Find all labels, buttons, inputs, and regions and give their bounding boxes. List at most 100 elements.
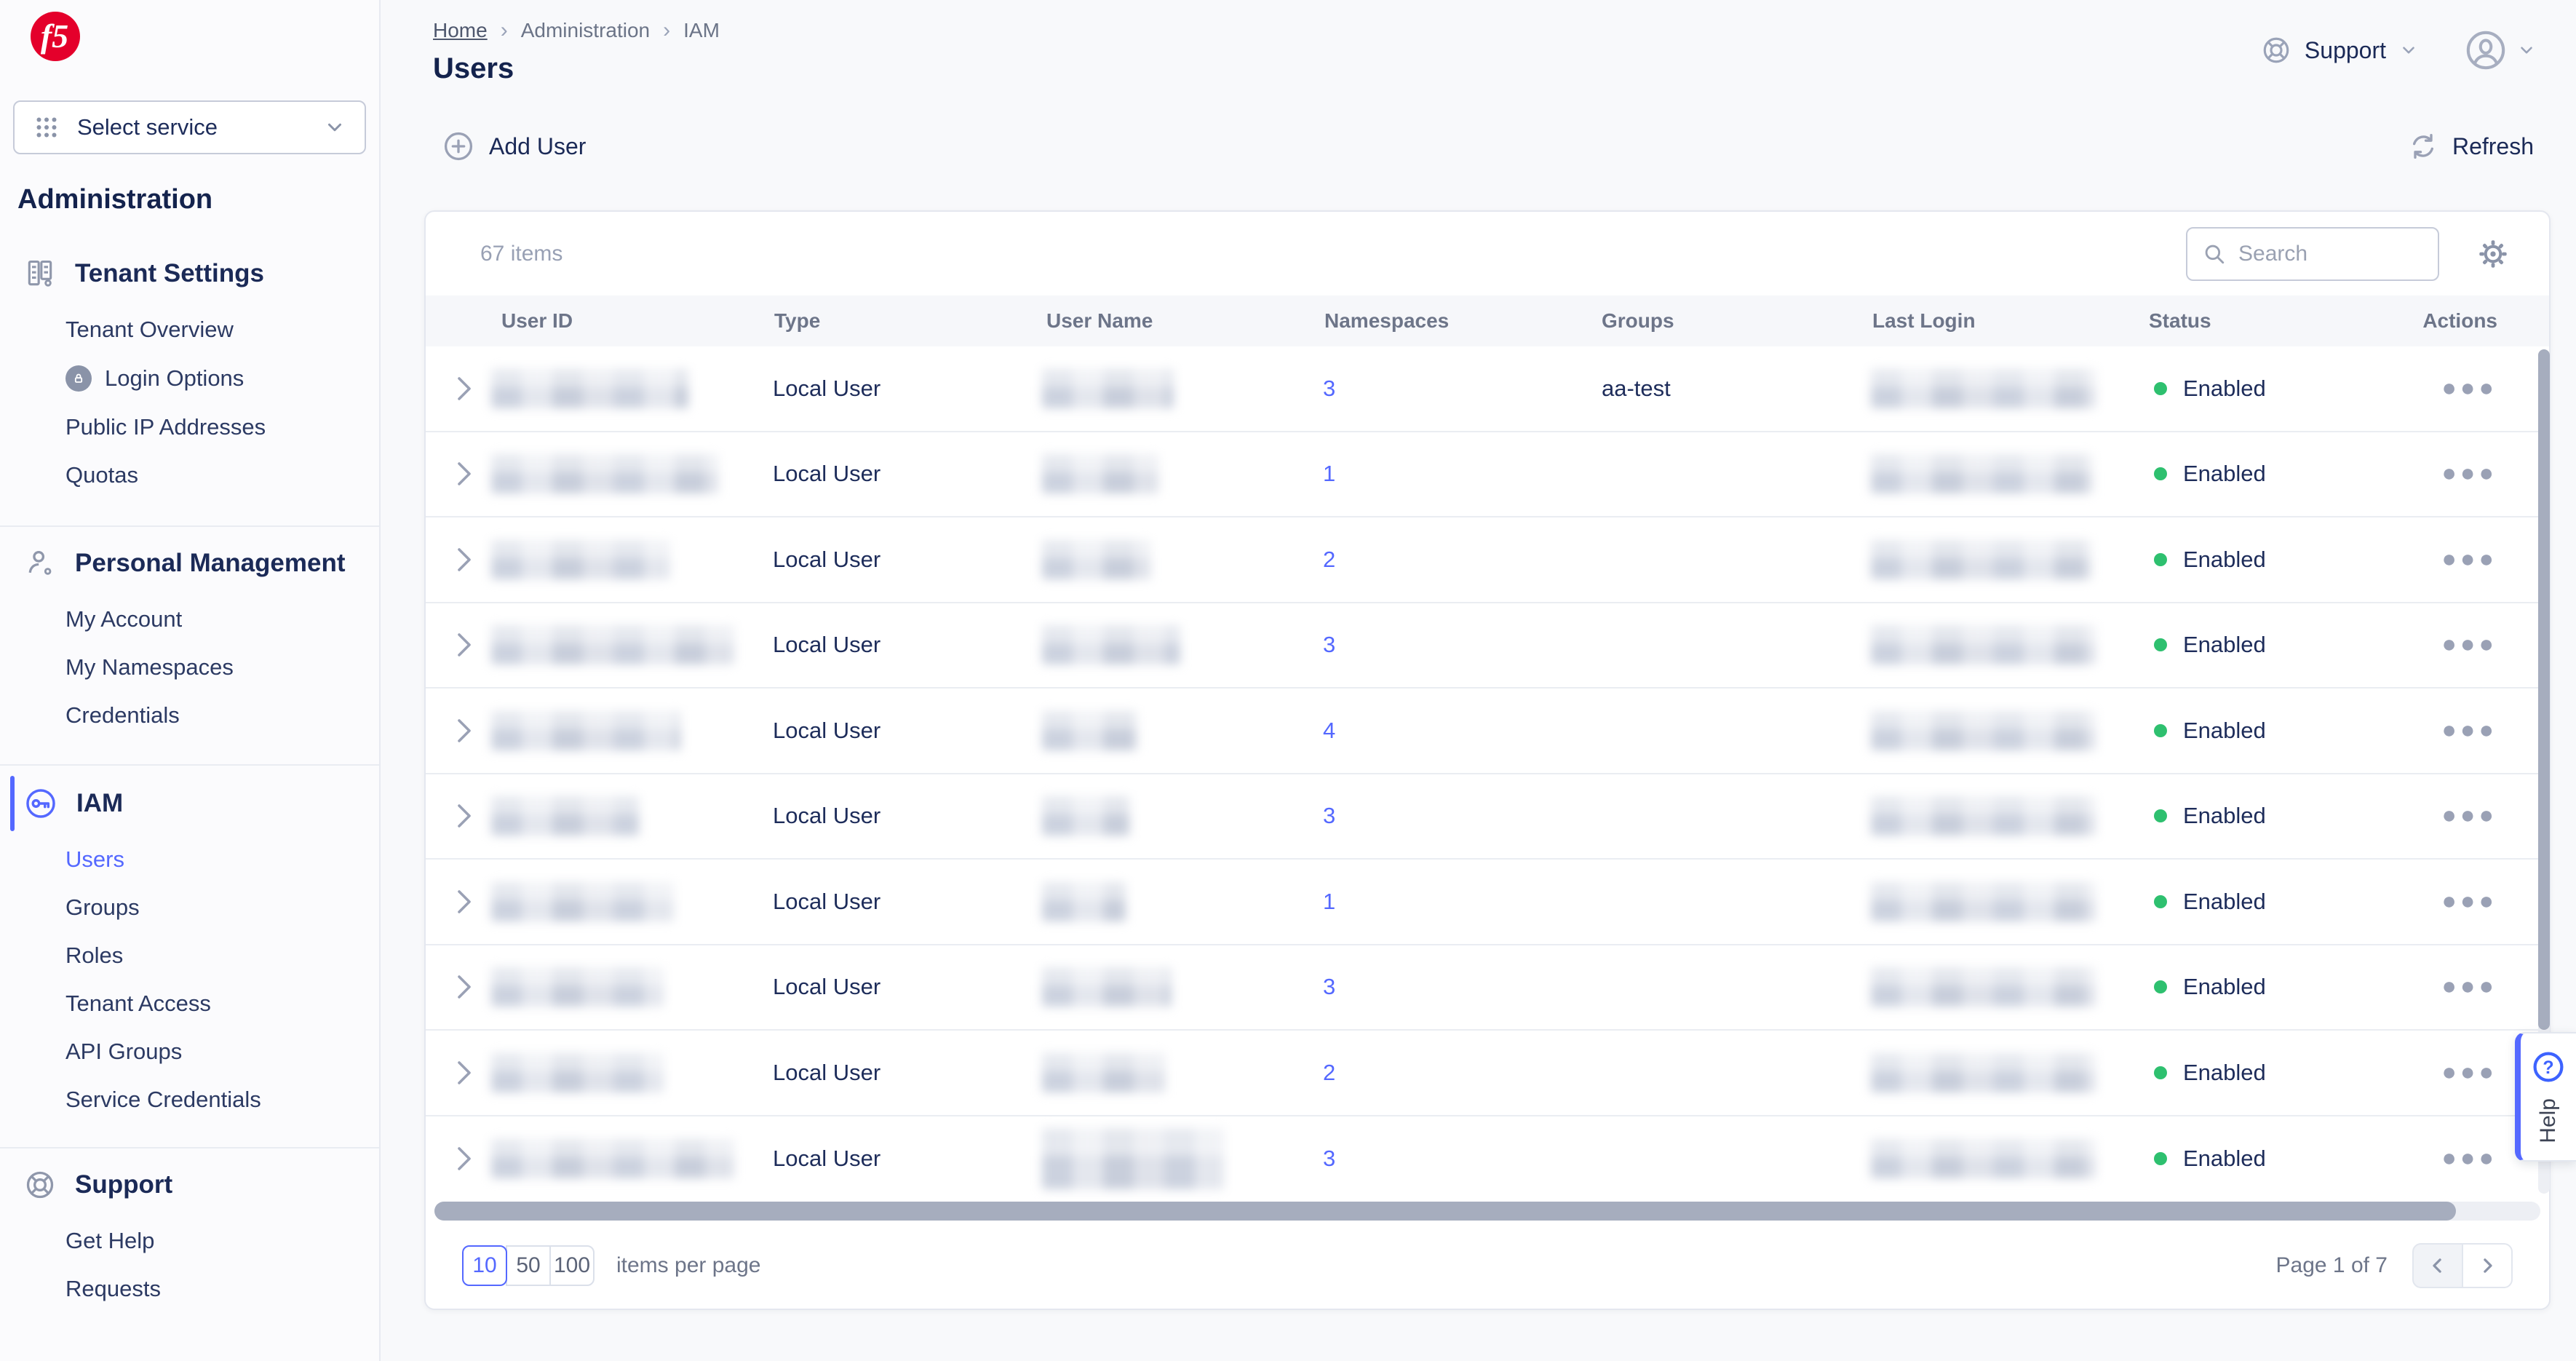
search-box[interactable] bbox=[2186, 226, 2439, 281]
namespaces-count-link[interactable]: 2 bbox=[1303, 547, 1335, 573]
row-expand-icon[interactable] bbox=[454, 461, 473, 487]
sidebar-item-tenant-access[interactable]: Tenant Access bbox=[0, 991, 379, 1016]
namespaces-count-link[interactable]: 2 bbox=[1303, 1060, 1335, 1086]
column-header-groups[interactable]: Groups bbox=[1598, 309, 1871, 333]
namespaces-count-link[interactable]: 4 bbox=[1303, 718, 1335, 744]
page-size-10[interactable]: 10 bbox=[462, 1245, 507, 1286]
row-expand-icon[interactable] bbox=[454, 974, 473, 1000]
sidebar-group-iam[interactable]: IAM bbox=[0, 776, 379, 831]
status-label: Enabled bbox=[2183, 717, 2266, 743]
row-expand-icon[interactable] bbox=[454, 547, 473, 573]
status-label: Enabled bbox=[2183, 546, 2266, 572]
row-expand-icon[interactable] bbox=[454, 889, 473, 915]
user-name-redacted bbox=[1042, 1128, 1224, 1190]
user-name-redacted bbox=[1042, 796, 1129, 836]
row-expand-icon[interactable] bbox=[454, 803, 473, 829]
breadcrumb-home-link[interactable]: Home bbox=[433, 19, 488, 42]
sidebar-item-requests[interactable]: Requests bbox=[0, 1277, 379, 1301]
user-type: Local User bbox=[773, 632, 881, 658]
namespaces-count-link[interactable]: 1 bbox=[1303, 461, 1335, 487]
sidebar-item-public-ip-addresses[interactable]: Public IP Addresses bbox=[0, 415, 379, 440]
sidebar-item-service-credentials[interactable]: Service Credentials bbox=[0, 1087, 379, 1112]
page-size-50[interactable]: 50 bbox=[506, 1245, 551, 1286]
user-type: Local User bbox=[773, 717, 881, 743]
row-expand-icon[interactable] bbox=[454, 376, 473, 402]
row-actions-menu[interactable]: ●●● bbox=[2441, 1144, 2497, 1172]
groups-value: aa-test bbox=[1602, 375, 1671, 401]
sidebar-item-credentials[interactable]: Credentials bbox=[0, 703, 379, 728]
refresh-button[interactable]: Refresh bbox=[2409, 132, 2534, 161]
sidebar-item-api-groups[interactable]: API Groups bbox=[0, 1039, 379, 1064]
namespaces-count-link[interactable]: 3 bbox=[1303, 632, 1335, 658]
next-page-button[interactable] bbox=[2462, 1243, 2513, 1288]
row-expand-icon[interactable] bbox=[454, 718, 473, 744]
select-service-dropdown[interactable]: Select service bbox=[13, 100, 366, 154]
row-expand-icon[interactable] bbox=[454, 632, 473, 658]
add-user-button[interactable]: Add User bbox=[442, 130, 586, 162]
sidebar-item-label: My Account bbox=[65, 606, 183, 632]
column-header-user-id[interactable]: User ID bbox=[491, 309, 773, 333]
sidebar-group-tenant-settings[interactable]: Tenant Settings bbox=[0, 256, 379, 291]
row-actions-menu[interactable]: ●●● bbox=[2441, 887, 2497, 915]
namespaces-count-link[interactable]: 3 bbox=[1303, 376, 1335, 402]
last-login-redacted bbox=[1871, 796, 2096, 836]
account-menu[interactable] bbox=[2465, 29, 2536, 71]
sidebar-item-get-help[interactable]: Get Help bbox=[0, 1229, 379, 1253]
sidebar-item-label: Get Help bbox=[65, 1228, 155, 1253]
namespaces-count-link[interactable]: 1 bbox=[1303, 889, 1335, 915]
namespaces-count-link[interactable]: 3 bbox=[1303, 1146, 1335, 1172]
sidebar-group-support[interactable]: Support bbox=[0, 1167, 379, 1202]
main-content: Home › Administration › IAM Users Suppor… bbox=[381, 0, 2576, 1361]
column-header-user-name[interactable]: User Name bbox=[1042, 309, 1303, 333]
row-actions-menu[interactable]: ●●● bbox=[2441, 1058, 2497, 1086]
user-name-redacted bbox=[1042, 368, 1174, 408]
status-dot bbox=[2154, 381, 2167, 395]
column-header-status[interactable]: Status bbox=[2144, 309, 2387, 333]
namespaces-count-link[interactable]: 3 bbox=[1303, 974, 1335, 1000]
sidebar-item-login-options[interactable]: Login Options bbox=[0, 365, 379, 392]
sidebar-divider bbox=[0, 1147, 379, 1148]
chevron-down-icon bbox=[2521, 47, 2532, 54]
support-menu[interactable]: Support bbox=[2261, 35, 2418, 66]
namespaces-count-link[interactable]: 3 bbox=[1303, 803, 1335, 829]
table-settings-button[interactable] bbox=[2477, 238, 2509, 270]
row-actions-menu[interactable]: ●●● bbox=[2441, 545, 2497, 573]
help-tab[interactable]: ? Help bbox=[2515, 1032, 2576, 1162]
row-expand-icon[interactable] bbox=[454, 1060, 473, 1086]
row-expand-icon[interactable] bbox=[454, 1146, 473, 1172]
column-header-last-login[interactable]: Last Login bbox=[1871, 309, 2144, 333]
user-type: Local User bbox=[773, 803, 881, 829]
search-input[interactable] bbox=[2238, 241, 2413, 266]
sidebar-item-my-account[interactable]: My Account bbox=[0, 607, 379, 632]
vertical-scrollbar-thumb[interactable] bbox=[2538, 349, 2550, 1030]
last-login-redacted bbox=[1871, 625, 2096, 665]
page-size-100[interactable]: 100 bbox=[549, 1245, 595, 1286]
user-id-redacted bbox=[491, 368, 688, 408]
sidebar-group-personal-management[interactable]: Personal Management bbox=[0, 546, 379, 581]
table-row: Local User 3 Enabled ●●● bbox=[426, 603, 2549, 689]
status-dot bbox=[2154, 723, 2167, 737]
sidebar-item-users[interactable]: Users bbox=[0, 847, 379, 872]
user-id-redacted bbox=[491, 881, 674, 921]
column-header-namespaces[interactable]: Namespaces bbox=[1303, 309, 1598, 333]
sidebar-item-my-namespaces[interactable]: My Namespaces bbox=[0, 655, 379, 680]
sidebar-item-tenant-overview[interactable]: Tenant Overview bbox=[0, 317, 379, 342]
sidebar-item-roles[interactable]: Roles bbox=[0, 943, 379, 968]
sidebar-item-quotas[interactable]: Quotas bbox=[0, 463, 379, 488]
previous-page-button[interactable] bbox=[2412, 1243, 2463, 1288]
sidebar-item-groups[interactable]: Groups bbox=[0, 895, 379, 920]
row-actions-menu[interactable]: ●●● bbox=[2441, 972, 2497, 1000]
row-actions-menu[interactable]: ●●● bbox=[2441, 716, 2497, 744]
row-actions-menu[interactable]: ●●● bbox=[2441, 630, 2497, 658]
row-actions-menu[interactable]: ●●● bbox=[2441, 374, 2497, 402]
table-horizontal-scrollbar[interactable] bbox=[434, 1202, 2540, 1221]
column-header-type[interactable]: Type bbox=[773, 309, 1042, 333]
row-actions-menu[interactable]: ●●● bbox=[2441, 801, 2497, 829]
user-id-redacted bbox=[491, 796, 639, 836]
page-size-selector: 10 50 100 bbox=[462, 1245, 595, 1286]
question-circle-icon: ? bbox=[2533, 1052, 2564, 1082]
row-actions-menu[interactable]: ●●● bbox=[2441, 459, 2497, 487]
page-info: Page 1 of 7 bbox=[2275, 1253, 2388, 1277]
horizontal-scrollbar-thumb[interactable] bbox=[434, 1202, 2457, 1221]
status-dot bbox=[2154, 552, 2167, 566]
